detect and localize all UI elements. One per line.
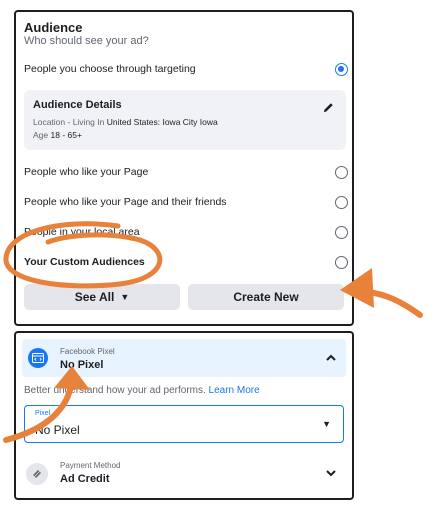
- pixel-select[interactable]: Pixel No Pixel ▼: [24, 405, 344, 443]
- option-page-likers[interactable]: People who like your Page: [24, 162, 348, 182]
- audience-title: Audience: [24, 20, 83, 35]
- option-label: People who like your Page: [24, 166, 149, 178]
- pixel-code-icon: [28, 348, 48, 368]
- option-label: Your Custom Audiences: [24, 256, 145, 268]
- radio-selected[interactable]: [335, 62, 348, 76]
- pencil-icon[interactable]: [320, 99, 336, 115]
- pixel-help-text: Better understand how your ad performs. …: [24, 385, 260, 396]
- pixel-select-label: Pixel: [35, 410, 51, 417]
- age-prefix: Age: [33, 130, 51, 140]
- location-value: United States: Iowa City Iowa: [106, 117, 218, 127]
- audience-subtitle: Who should see your ad?: [24, 35, 149, 47]
- facebook-pixel-header[interactable]: Facebook Pixel No Pixel: [22, 339, 346, 377]
- payment-method-row[interactable]: Payment Method Ad Credit: [22, 458, 346, 494]
- pixel-value: No Pixel: [60, 359, 104, 371]
- radio-button[interactable]: [335, 195, 348, 209]
- radio-button[interactable]: [335, 255, 348, 269]
- audience-details-box: Audience Details Location - Living In Un…: [24, 90, 346, 150]
- page: Audience Who should see your ad? People …: [0, 0, 440, 512]
- payment-value: Ad Credit: [60, 473, 110, 485]
- audience-details-title: Audience Details: [33, 99, 122, 111]
- audience-age: Age 18 - 65+: [33, 130, 82, 140]
- option-label: People in your local area: [24, 226, 140, 238]
- audience-panel: Audience Who should see your ad? People …: [14, 10, 354, 326]
- option-label: People you choose through targeting: [24, 63, 196, 75]
- chevron-up-icon[interactable]: [324, 351, 338, 365]
- learn-more-link[interactable]: Learn More: [209, 385, 260, 396]
- pixel-small-label: Facebook Pixel: [60, 347, 115, 356]
- create-new-label: Create New: [233, 290, 299, 304]
- see-all-button[interactable]: See All ▼: [24, 284, 180, 310]
- option-label: People who like your Page and their frie…: [24, 196, 227, 208]
- location-prefix: Location - Living In: [33, 117, 107, 127]
- chevron-down-icon: ▼: [120, 292, 130, 302]
- help-text-body: Better understand how your ad performs.: [24, 385, 209, 396]
- option-page-likers-friends[interactable]: People who like your Page and their frie…: [24, 192, 348, 212]
- see-all-label: See All: [74, 290, 115, 304]
- age-value: 18 - 65+: [50, 130, 82, 140]
- caret-down-icon: ▼: [322, 419, 331, 429]
- credit-tag-icon: [26, 463, 48, 485]
- pixel-select-value: No Pixel: [35, 423, 80, 437]
- annotation-arrow-right: [343, 287, 423, 318]
- radio-button[interactable]: [335, 165, 348, 179]
- create-new-button[interactable]: Create New: [188, 284, 344, 310]
- chevron-down-icon[interactable]: [324, 466, 338, 480]
- pixel-panel: Facebook Pixel No Pixel Better understan…: [14, 331, 354, 500]
- option-targeting[interactable]: People you choose through targeting: [24, 59, 348, 79]
- option-custom-audiences[interactable]: Your Custom Audiences: [24, 252, 348, 272]
- radio-button[interactable]: [335, 225, 348, 239]
- option-local-area[interactable]: People in your local area: [24, 222, 348, 242]
- payment-small-label: Payment Method: [60, 461, 121, 470]
- audience-location: Location - Living In United States: Iowa…: [33, 117, 218, 127]
